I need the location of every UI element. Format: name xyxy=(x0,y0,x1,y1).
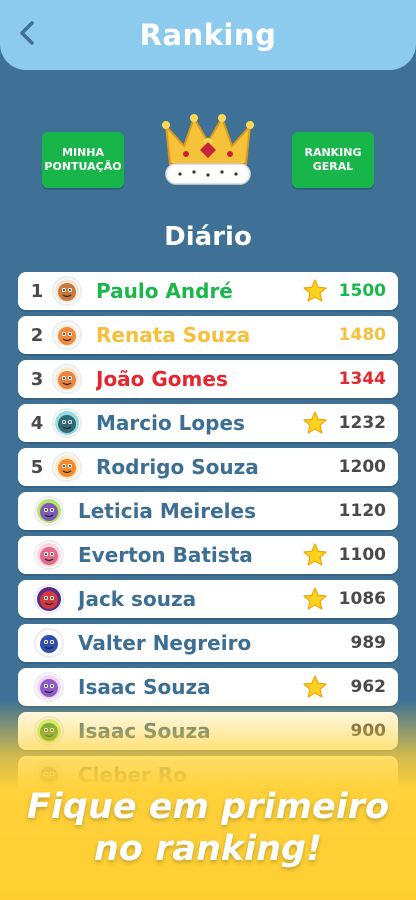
top-bar: Ranking xyxy=(0,0,416,70)
rank-number: 4 xyxy=(30,412,44,434)
bear-icon xyxy=(52,276,82,306)
player-score: 1232 xyxy=(338,413,386,433)
player-name: Everton Batista xyxy=(78,543,253,567)
ranking-row[interactable]: 2 Renata Souza 1480 xyxy=(18,316,398,354)
player-name: Jack souza xyxy=(78,587,197,611)
period-title: Diário xyxy=(164,222,252,252)
pink-monster-icon xyxy=(34,540,64,570)
player-name: João Gomes xyxy=(96,367,228,391)
general-ranking-button[interactable]: RANKING GERAL xyxy=(292,132,374,188)
rank-number: 2 xyxy=(30,324,44,346)
crown-icon xyxy=(162,114,254,185)
player-score: 1086 xyxy=(338,589,386,609)
cyclops-icon xyxy=(34,496,64,526)
blue-monster-icon xyxy=(34,628,64,658)
red-monster-icon xyxy=(34,584,64,614)
lion-icon xyxy=(52,364,82,394)
rank-number: 5 xyxy=(30,456,44,478)
page-title: Ranking xyxy=(139,18,277,52)
player-score: 989 xyxy=(350,633,387,653)
tiger-icon xyxy=(52,452,82,482)
player-score: 1344 xyxy=(338,369,386,389)
ranking-row[interactable]: Everton Batista 1100 xyxy=(18,536,398,574)
player-score: 1120 xyxy=(338,501,386,521)
player-score: 962 xyxy=(350,677,387,697)
star-icon xyxy=(303,675,327,698)
player-name: Rodrigo Souza xyxy=(96,455,259,479)
my-score-button[interactable]: MINHA PONTUAÇÃO xyxy=(42,132,124,188)
promo-slogan: Fique em primeiro no ranking! xyxy=(0,786,416,870)
star-icon xyxy=(303,587,327,610)
ranking-row[interactable]: Jack souza 1086 xyxy=(18,580,398,618)
player-name: Paulo André xyxy=(96,279,233,303)
fox-icon xyxy=(52,320,82,350)
purple-monster-icon xyxy=(34,672,64,702)
back-button[interactable] xyxy=(14,18,40,48)
star-icon xyxy=(303,543,327,566)
promo-line-2: no ranking! xyxy=(93,829,323,869)
star-icon xyxy=(303,411,327,434)
ranking-row[interactable]: 5 Rodrigo Souza 1200 xyxy=(18,448,398,486)
chevron-left-icon xyxy=(20,21,34,45)
player-name: Marcio Lopes xyxy=(96,411,245,435)
ranking-row[interactable]: Leticia Meireles 1120 xyxy=(18,492,398,530)
player-name: Isaac Souza xyxy=(78,675,211,699)
player-score: 1480 xyxy=(338,325,386,345)
rank-number: 1 xyxy=(30,280,44,302)
ranking-row[interactable]: 1 Paulo André 1500 xyxy=(18,272,398,310)
ranking-row[interactable]: 3 João Gomes 1344 xyxy=(18,360,398,398)
player-name: Leticia Meireles xyxy=(78,499,256,523)
player-name: Valter Negreiro xyxy=(78,631,252,655)
monster-icon xyxy=(52,408,82,438)
star-icon xyxy=(303,279,327,302)
player-name: Renata Souza xyxy=(96,323,251,347)
player-score: 1100 xyxy=(338,545,386,565)
ranking-row[interactable]: Valter Negreiro 989 xyxy=(18,624,398,662)
rank-number: 3 xyxy=(30,368,44,390)
player-score: 1500 xyxy=(338,281,386,301)
ranking-row[interactable]: 4 Marcio Lopes 1232 xyxy=(18,404,398,442)
promo-line-1: Fique em primeiro xyxy=(26,787,389,827)
player-score: 1200 xyxy=(338,457,386,477)
